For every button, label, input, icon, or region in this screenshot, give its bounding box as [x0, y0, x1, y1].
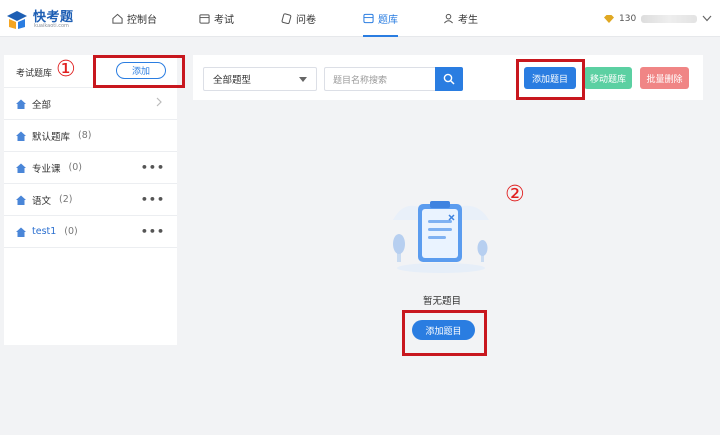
user-name-blurred [641, 14, 698, 23]
nav-candidates[interactable]: 考生 [443, 0, 478, 37]
bank-item-major[interactable]: 专业课 (0) ••• [4, 152, 177, 184]
bank-item-all[interactable]: 全部 [4, 88, 177, 120]
more-options-icon[interactable]: ••• [141, 225, 165, 238]
bank-item-label: test1 [32, 226, 57, 237]
user-menu[interactable]: 130 [604, 0, 712, 37]
bank-item-label: 专业课 [32, 163, 61, 175]
clipboard-icon [281, 13, 292, 24]
more-options-icon[interactable]: ••• [141, 161, 165, 174]
bank-item-count: (2) [59, 194, 73, 205]
nav-survey-label: 问卷 [296, 15, 316, 26]
bank-item-test1[interactable]: test1 (0) ••• [4, 216, 177, 248]
nav-dashboard-label: 控制台 [127, 15, 157, 26]
bank-item-count: (8) [78, 130, 92, 141]
database-icon [363, 13, 374, 24]
bank-item-label: 全部 [32, 99, 52, 111]
chevron-down-icon [702, 15, 712, 22]
move-bank-button[interactable]: 移动题库 [584, 67, 632, 89]
question-bank-sidebar: 考试题库 ① 添加 全部 默认题库 (8) 专业课 (0) ••• 语文 (2)… [4, 55, 177, 345]
home-icon [16, 163, 26, 173]
bank-item-count: (0) [68, 162, 82, 173]
home-icon [16, 227, 26, 237]
bank-item-label: 语文 [32, 195, 52, 207]
batch-delete-button[interactable]: 批量删除 [640, 67, 689, 89]
bank-item-chinese[interactable]: 语文 (2) ••• [4, 184, 177, 216]
calendar-icon [199, 14, 210, 24]
caret-down-icon [299, 77, 307, 82]
empty-state-text: 暂无题目 [423, 296, 462, 307]
question-toolbar: 全部题型 题目名称搜索 添加题目 移动题库 批量删除 [193, 55, 703, 100]
more-options-icon[interactable]: ••• [141, 193, 165, 206]
logo-subtext: kuaikaoti.com [34, 23, 69, 29]
nav-question-bank-label: 题库 [378, 15, 398, 26]
annotation-marker-2: ② [505, 182, 525, 207]
bank-list: 全部 默认题库 (8) 专业课 (0) ••• 语文 (2) ••• test1… [4, 88, 177, 248]
nav-survey[interactable]: 问卷 [281, 0, 316, 37]
bank-item-count: (0) [64, 226, 78, 237]
nav-question-bank[interactable]: 题库 [363, 0, 398, 37]
highlight-box-add-question [516, 59, 585, 100]
user-name: 130 [619, 13, 637, 24]
sidebar-title: 考试题库 [16, 69, 53, 79]
vip-diamond-icon [604, 14, 614, 23]
logo[interactable]: 快考题 kuaikaoti.com [5, 6, 85, 32]
search-button[interactable] [435, 67, 463, 91]
nav-exam-label: 考试 [214, 15, 234, 26]
nav-candidates-label: 考生 [458, 15, 478, 26]
question-type-value: 全部题型 [213, 75, 252, 86]
user-icon [444, 13, 453, 24]
bank-item-label: 默认题库 [32, 131, 71, 143]
bank-item-default[interactable]: 默认题库 (8) [4, 120, 177, 152]
highlight-box-add-bank [93, 55, 185, 88]
search-icon [443, 73, 455, 85]
empty-state-illustration [393, 201, 489, 273]
question-search-input[interactable]: 题目名称搜索 [324, 67, 436, 91]
chevron-right-icon [156, 97, 162, 107]
logo-book-icon [7, 11, 27, 29]
home-icon [16, 131, 26, 141]
question-type-select[interactable]: 全部题型 [203, 67, 317, 91]
home-icon [112, 13, 123, 24]
annotation-marker-1: ① [56, 57, 76, 82]
nav-exam[interactable]: 考试 [199, 0, 234, 37]
nav-dashboard[interactable]: 控制台 [112, 0, 157, 37]
top-navbar: 快考题 kuaikaoti.com 控制台 考试 问卷 题库 考生 130 [0, 0, 720, 37]
highlight-box-empty-add [402, 310, 487, 356]
home-icon [16, 195, 26, 205]
home-icon [16, 99, 26, 109]
